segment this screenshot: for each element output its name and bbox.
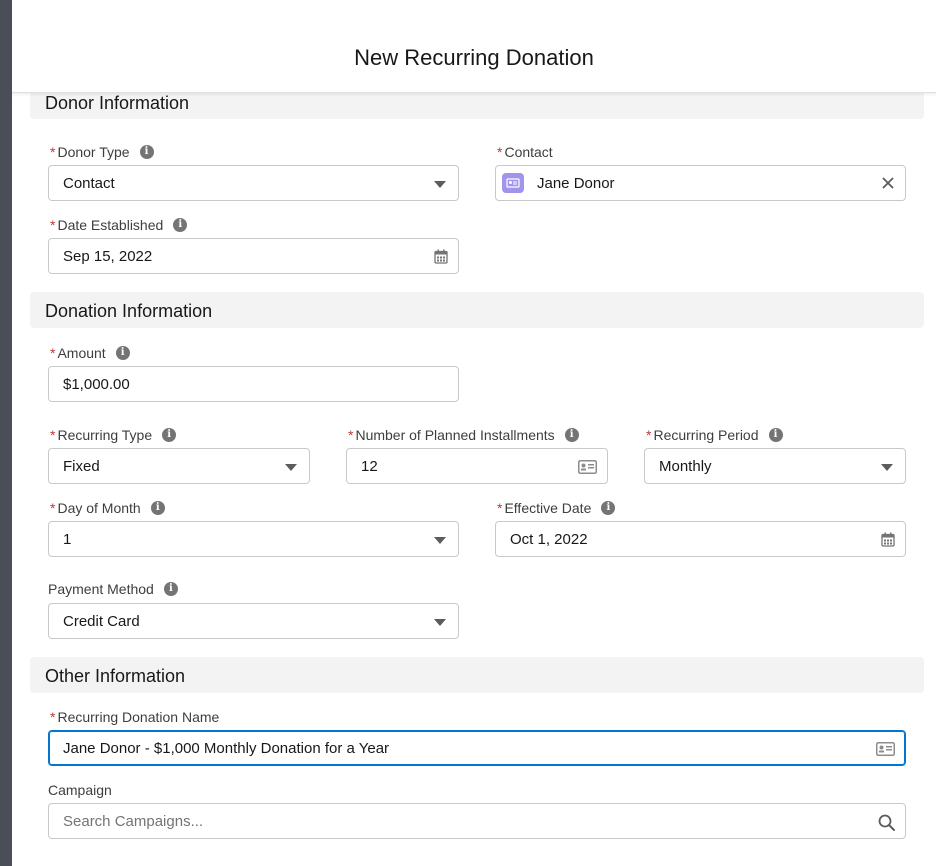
chevron-down-icon xyxy=(434,181,446,188)
date-established-label: * Date Established i xyxy=(50,217,188,233)
info-icon[interactable]: i xyxy=(150,501,165,515)
section-donation-information: Donation Information xyxy=(30,292,924,328)
planned-installments-label: * Number of Planned Installments i xyxy=(348,427,579,443)
id-card-icon xyxy=(578,460,597,479)
chevron-down-icon xyxy=(881,464,893,471)
effective-date-label: * Effective Date i xyxy=(497,500,616,516)
info-icon[interactable]: i xyxy=(162,428,177,442)
info-icon[interactable]: i xyxy=(139,145,154,159)
info-icon[interactable]: i xyxy=(115,346,130,360)
amount-label: * Amount i xyxy=(50,345,130,361)
search-icon[interactable] xyxy=(878,814,895,836)
donor-type-select[interactable]: Contact xyxy=(48,165,459,201)
planned-installments-field[interactable]: 12 xyxy=(346,448,608,484)
contact-label: * Contact xyxy=(497,144,553,160)
info-icon[interactable]: i xyxy=(173,218,188,232)
modal-header: New Recurring Donation xyxy=(12,0,936,93)
contact-card-icon xyxy=(502,173,524,193)
chevron-down-icon xyxy=(434,537,446,544)
section-title: Other Information xyxy=(45,666,186,686)
calendar-icon[interactable] xyxy=(434,249,448,269)
day-of-month-label: * Day of Month i xyxy=(50,500,165,516)
donor-type-label: * Donor Type i xyxy=(50,144,154,160)
section-title: Donor Information xyxy=(45,93,190,113)
close-icon[interactable] xyxy=(881,176,895,195)
effective-date-field[interactable]: Oct 1, 2022 xyxy=(495,521,906,557)
campaign-search-input[interactable]: Search Campaigns... xyxy=(63,813,203,830)
info-icon[interactable]: i xyxy=(163,582,178,596)
calendar-icon[interactable] xyxy=(881,532,895,552)
date-established-field[interactable]: Sep 15, 2022 xyxy=(48,238,459,274)
recurring-type-label: * Recurring Type i xyxy=(50,427,177,443)
info-icon[interactable]: i xyxy=(601,501,616,515)
page-backdrop xyxy=(0,0,12,866)
donation-name-field[interactable]: Jane Donor - $1,000 Monthly Donation for… xyxy=(48,730,906,766)
day-of-month-select[interactable]: 1 xyxy=(48,521,459,557)
payment-method-select[interactable]: Credit Card xyxy=(48,603,459,639)
section-other-information: Other Information xyxy=(30,657,924,693)
amount-field[interactable]: $1,000.00 xyxy=(48,366,459,402)
donation-name-label: * Recurring Donation Name xyxy=(50,709,220,725)
chevron-down-icon xyxy=(285,464,297,471)
info-icon[interactable]: i xyxy=(768,428,783,442)
campaign-label: Campaign xyxy=(48,782,112,798)
section-title: Donation Information xyxy=(45,301,213,321)
recurring-period-label: * Recurring Period i xyxy=(646,427,783,443)
payment-method-label: Payment Method i xyxy=(48,581,178,597)
recurring-donation-modal: New Recurring Donation Donor Information… xyxy=(12,0,936,866)
id-card-icon xyxy=(876,742,895,761)
campaign-search-field[interactable]: Search Campaigns... xyxy=(48,803,906,839)
info-icon[interactable]: i xyxy=(564,428,579,442)
contact-lookup[interactable]: Jane Donor xyxy=(495,165,906,201)
chevron-down-icon xyxy=(434,619,446,626)
modal-title: New Recurring Donation xyxy=(354,45,594,70)
recurring-period-select[interactable]: Monthly xyxy=(644,448,906,484)
recurring-type-select[interactable]: Fixed xyxy=(48,448,310,484)
